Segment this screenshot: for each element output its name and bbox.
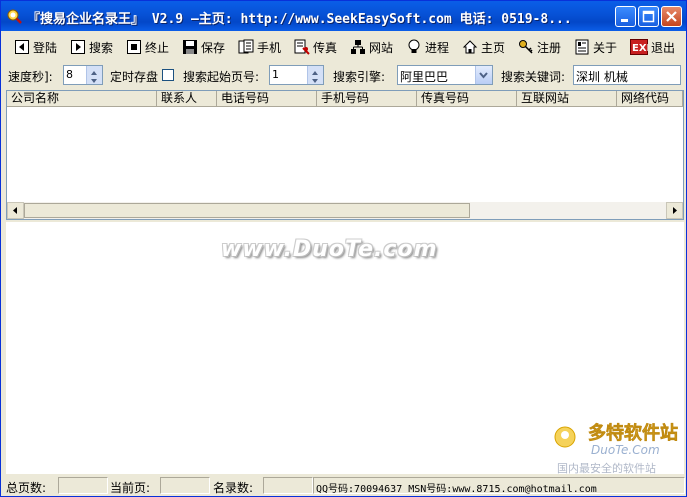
column-header-fax[interactable]: 传真号码 [417, 91, 517, 107]
records-label: 名录数: [213, 481, 254, 495]
current-page-label: 当前页: [110, 481, 151, 495]
exit-label: 退出 [651, 40, 676, 55]
speed-value: 8 [66, 68, 73, 81]
start-page-label: 搜索起始页号: [183, 70, 260, 84]
current-page-field [160, 477, 210, 494]
maximize-button[interactable] [638, 6, 659, 27]
speed-spinner[interactable]: 8 [63, 65, 103, 85]
about-label: 关于 [593, 40, 618, 55]
column-header-company[interactable]: 公司名称 [7, 91, 157, 107]
horizontal-scrollbar[interactable] [7, 202, 683, 219]
arrow-left-icon [13, 207, 17, 214]
spin-up-icon[interactable] [308, 66, 323, 75]
login-icon [15, 40, 29, 54]
column-header-netcode[interactable]: 网络代码 [617, 91, 683, 107]
login-button[interactable]: 登陆 [14, 36, 57, 58]
options-row: 速度秒]: 8 定时存盘 搜索起始页号: 1 搜索引擎: 阿里巴巴 搜索关键词: [2, 63, 686, 87]
contact-text: QQ号码:70094637 MSN号码:www.8715.com@hotmail… [316, 484, 597, 495]
minimize-button[interactable] [615, 6, 636, 27]
keyword-label: 搜索关键词: [501, 70, 566, 84]
document-icon [238, 39, 254, 54]
app-icon [7, 9, 22, 24]
mobile-label: 手机 [257, 40, 282, 55]
exit-icon: EXIT [630, 39, 648, 55]
speed-label: 速度秒]: [8, 70, 53, 84]
keyword-value: 深圳 机械 [576, 70, 628, 84]
engine-select[interactable]: 阿里巴巴 [397, 65, 493, 85]
logo-slogan: 国内最安全的软件站 [557, 461, 656, 475]
stop-label: 终止 [145, 40, 170, 55]
scroll-right-button[interactable] [666, 202, 683, 219]
process-label: 进程 [425, 40, 450, 55]
close-button[interactable] [661, 6, 682, 27]
network-icon [351, 40, 365, 54]
results-grid[interactable]: 公司名称 联系人 电话号码 手机号码 传真号码 互联网站 网络代码 [6, 90, 684, 220]
start-page-spinner[interactable]: 1 [269, 65, 324, 85]
watermark-text: www.DuoTe.com [221, 237, 438, 262]
website-label: 网站 [369, 40, 394, 55]
column-header-website[interactable]: 互联网站 [517, 91, 617, 107]
register-label: 注册 [537, 40, 562, 55]
dropdown-button[interactable] [475, 66, 492, 84]
home-icon [462, 40, 478, 54]
about-button[interactable]: 关于 [574, 36, 617, 58]
search-button[interactable]: 搜索 [70, 36, 113, 58]
engine-label: 搜索引擎: [333, 70, 386, 84]
status-bar: 总页数: 当前页: 名录数: QQ号码:70094637 MSN号码:www.8… [2, 476, 686, 496]
total-pages-field [58, 477, 108, 494]
fax-icon [294, 39, 310, 55]
minimize-icon [621, 19, 628, 22]
login-label: 登陆 [33, 40, 58, 55]
grid-header: 公司名称 联系人 电话号码 手机号码 传真号码 互联网站 网络代码 [7, 91, 683, 107]
chevron-down-icon [479, 72, 488, 79]
svg-text:EXIT: EXIT [632, 43, 648, 54]
records-field [263, 477, 313, 494]
logo-mascot-icon: 多特软件站 DuoTe.Com 国内最安全的软件站 [554, 422, 678, 475]
total-pages-label: 总页数: [6, 481, 47, 495]
search-label: 搜索 [89, 40, 114, 55]
mobile-button[interactable]: 手机 [238, 36, 281, 58]
spin-down-icon[interactable] [87, 75, 102, 84]
timed-save-label: 定时存盘 [110, 70, 159, 84]
contact-field: QQ号码:70094637 MSN号码:www.8715.com@hotmail… [313, 477, 685, 495]
lightbulb-icon [408, 39, 420, 53]
save-button[interactable]: 保存 [182, 36, 225, 58]
homepage-label: 主页 [481, 40, 506, 55]
logo-domain: DuoTe.Com [591, 443, 660, 457]
homepage-button[interactable]: 主页 [462, 36, 505, 58]
stop-button[interactable]: 终止 [126, 36, 169, 58]
save-label: 保存 [201, 40, 226, 55]
floppy-icon [183, 40, 197, 54]
app-window: 『搜易企业名录王』 V2.9 —主页: http://www.SeekEasyS… [0, 0, 687, 497]
spin-down-icon[interactable] [308, 75, 323, 84]
process-button[interactable]: 进程 [406, 36, 449, 58]
scroll-left-button[interactable] [7, 202, 24, 219]
info-doc-icon [575, 39, 589, 55]
logo-brand: 多特软件站 [588, 422, 678, 444]
exit-button[interactable]: EXIT 退出 [630, 36, 675, 58]
timed-save-checkbox[interactable] [162, 69, 174, 81]
window-title: 『搜易企业名录王』 V2.9 —主页: http://www.SeekEasyS… [27, 12, 572, 27]
duote-logo: 多特软件站 DuoTe.Com 国内最安全的软件站 [551, 419, 683, 477]
column-header-mobile[interactable]: 手机号码 [317, 91, 417, 107]
column-header-phone[interactable]: 电话号码 [217, 91, 317, 107]
register-button[interactable]: 注册 [518, 36, 561, 58]
spin-up-icon[interactable] [87, 66, 102, 75]
keyword-input[interactable]: 深圳 机械 [573, 65, 681, 85]
stop-icon [127, 40, 141, 54]
title-bar[interactable]: 『搜易企业名录王』 V2.9 —主页: http://www.SeekEasyS… [1, 1, 686, 31]
start-page-value: 1 [272, 68, 279, 81]
key-icon [519, 40, 533, 54]
play-icon [71, 40, 85, 54]
fax-label: 传真 [313, 40, 338, 55]
website-button[interactable]: 网站 [350, 36, 393, 58]
column-header-contact[interactable]: 联系人 [157, 91, 217, 107]
maximize-icon [642, 10, 655, 23]
toolbar: 登陆 搜索 终止 保存 手机 传真 网站 进程 主页 注册 关于 EX 退出 [2, 34, 686, 60]
close-icon [666, 11, 677, 22]
scrollbar-thumb[interactable] [24, 203, 470, 218]
engine-value: 阿里巴巴 [400, 70, 449, 84]
fax-button[interactable]: 传真 [294, 36, 337, 58]
arrow-right-icon [673, 207, 677, 214]
